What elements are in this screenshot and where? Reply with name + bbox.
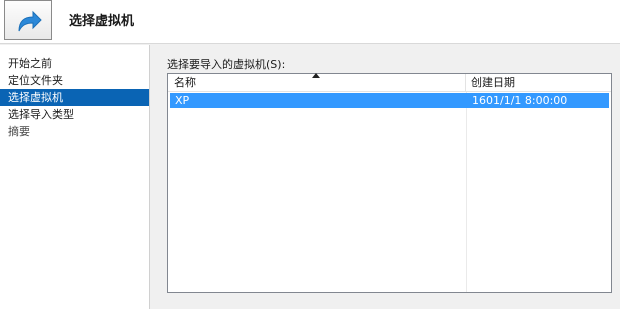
sidebar-item-select-vm[interactable]: 选择虚拟机 bbox=[0, 89, 149, 106]
main-content: 选择要导入的虚拟机(S): 名称 创建日期 XP 1601/1/1 8:00:0… bbox=[151, 45, 620, 309]
wizard-steps-sidebar: 开始之前 定位文件夹 选择虚拟机 选择导入类型 摘要 bbox=[0, 45, 150, 309]
sidebar-item-import-type[interactable]: 选择导入类型 bbox=[0, 106, 149, 123]
column-divider bbox=[466, 92, 467, 292]
sidebar-item-locate-folder[interactable]: 定位文件夹 bbox=[0, 72, 149, 89]
page-title: 选择虚拟机 bbox=[69, 14, 135, 29]
column-header-name[interactable]: 名称 bbox=[168, 73, 466, 92]
vm-list-label: 选择要导入的虚拟机(S): bbox=[167, 58, 286, 71]
row-date-cell: 1601/1/1 8:00:00 bbox=[472, 94, 568, 107]
list-header: 名称 创建日期 bbox=[168, 73, 611, 92]
column-header-date[interactable]: 创建日期 bbox=[467, 74, 611, 92]
row-name-cell: XP bbox=[175, 94, 190, 107]
column-header-date-label: 创建日期 bbox=[471, 76, 515, 89]
vm-list[interactable]: 名称 创建日期 XP 1601/1/1 8:00:00 bbox=[167, 73, 612, 293]
wizard-header: 选择虚拟机 bbox=[0, 0, 620, 44]
table-row[interactable]: XP 1601/1/1 8:00:00 bbox=[170, 93, 609, 108]
column-header-name-label: 名称 bbox=[174, 76, 196, 89]
sort-ascending-icon bbox=[312, 73, 320, 78]
sidebar-item-summary: 摘要 bbox=[8, 125, 30, 138]
sidebar-item-before-you-begin[interactable]: 开始之前 bbox=[0, 55, 149, 72]
import-arrow-icon bbox=[4, 0, 52, 40]
